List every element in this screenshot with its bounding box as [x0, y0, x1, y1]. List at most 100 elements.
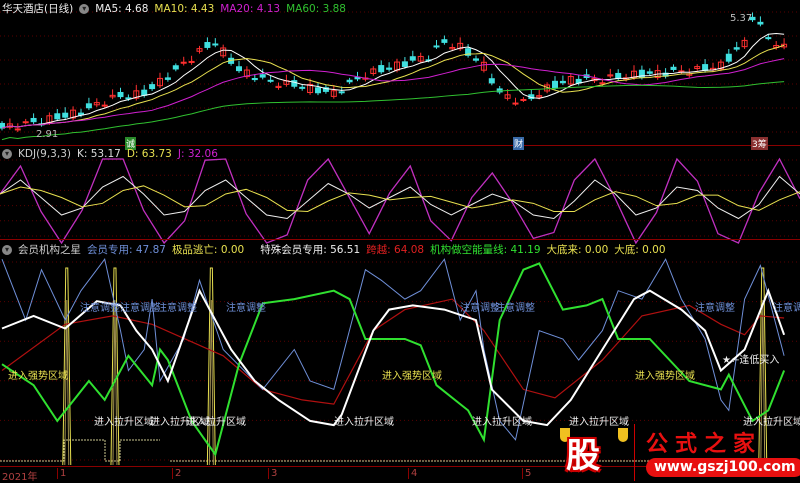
- candle: [409, 56, 416, 61]
- badge-cai[interactable]: 财: [513, 137, 525, 150]
- axis-month: 3: [268, 468, 277, 479]
- escape-value: 极品逃亡: 0.00: [171, 244, 245, 256]
- candle: [733, 47, 740, 50]
- candle: [172, 65, 179, 70]
- candle: [30, 117, 37, 123]
- rise-zone-label: 进入拉升区域: [94, 417, 154, 428]
- kdj-d: D: 63.73: [126, 148, 172, 160]
- bottom-coming-value: 大底来: 0.00: [546, 244, 609, 256]
- member-value: 会员专用: 47.87: [87, 244, 166, 256]
- escape-spike: [110, 267, 120, 466]
- candle: [299, 86, 306, 89]
- ma20-value: MA20: 4.13: [220, 2, 281, 15]
- stock-name: 华天酒店(日线): [2, 3, 74, 15]
- candle: [338, 91, 345, 94]
- strong-zone-label: 进入强势区域: [382, 371, 442, 382]
- candle: [267, 79, 274, 82]
- candle: [22, 121, 29, 124]
- adjust-label: 注意调整: [80, 303, 120, 314]
- candle: [725, 53, 732, 62]
- kdj-k: K: 53.17: [76, 148, 121, 160]
- candle: [615, 72, 622, 79]
- adjust-label: 注意调整: [773, 303, 800, 314]
- logo-divider: [634, 424, 635, 481]
- buy-low-label: ★←逢低买入: [722, 355, 780, 366]
- adjust-label: 注意调整: [695, 303, 735, 314]
- panel-divider: [0, 239, 800, 240]
- low-price-label: 2.91: [36, 129, 59, 140]
- axis-month: 5: [522, 468, 531, 479]
- candle: [488, 78, 495, 84]
- horn-icon: [618, 428, 628, 442]
- strong-zone-label: 进入强势区域: [635, 371, 695, 382]
- candle: [552, 80, 558, 89]
- high-price-label: 5.37: [730, 13, 753, 24]
- candle: [433, 45, 440, 48]
- ma5-value: MA5: 4.68: [95, 2, 149, 15]
- candle: [512, 102, 519, 105]
- candle: [386, 67, 393, 70]
- cross-line: [1, 298, 785, 405]
- candle: [101, 104, 108, 107]
- axis-month: 4: [408, 468, 417, 479]
- settings-icon[interactable]: ▾: [2, 244, 12, 255]
- kdj-k-line: [0, 175, 800, 220]
- candle: [62, 112, 69, 118]
- escape-spike: [206, 267, 216, 466]
- adjust-label: 注意调整: [157, 303, 197, 314]
- rise-zone-label: 进入拉升区域: [186, 417, 246, 428]
- kdj-j: J: 32.06: [177, 148, 218, 160]
- rise-zone-label: 进入拉升区域: [472, 417, 532, 428]
- panel-divider: [0, 145, 800, 146]
- escape-baseline: [0, 439, 160, 462]
- adjust-label: 注意调整: [226, 303, 266, 314]
- candle: [117, 91, 124, 98]
- bottom-value: 大底: 0.00: [614, 244, 666, 256]
- ma10-line: [1, 44, 785, 129]
- adjust-label: 注意调整: [120, 303, 160, 314]
- watermark-logo: 股 公式之家 www.gszj100.com: [556, 424, 800, 481]
- candle: [765, 37, 772, 40]
- rise-zone-label: 进入拉升区域: [334, 417, 394, 428]
- ma60-line: [1, 81, 785, 141]
- settings-icon[interactable]: ▾: [2, 149, 12, 159]
- adjust-label: 注意调整: [495, 303, 535, 314]
- kdj-title: KDJ(9,3,3): [18, 148, 71, 160]
- kdj-header: ▾ KDJ(9,3,3) K: 53.17 D: 63.73 J: 32.06: [2, 148, 218, 160]
- candle: [212, 43, 219, 46]
- candle: [149, 84, 156, 90]
- candle: [346, 79, 353, 83]
- chart-canvas[interactable]: [0, 0, 800, 466]
- candle: [236, 66, 242, 72]
- candle: [702, 64, 709, 71]
- candle: [378, 65, 385, 73]
- badge-chou[interactable]: 3筹: [751, 137, 768, 150]
- candle: [204, 42, 211, 48]
- price-panel-header: 华天酒店(日线) ▾ MA5: 4.68 MA10: 4.43 MA20: 4.…: [2, 1, 346, 16]
- candle: [54, 113, 61, 120]
- candle: [14, 128, 21, 131]
- candle: [259, 74, 266, 78]
- short-energy-value: 机构做空能量线: 41.19: [430, 244, 541, 256]
- adjust-label: 注意调整: [460, 303, 500, 314]
- candle: [473, 58, 479, 61]
- settings-icon[interactable]: ▾: [79, 3, 90, 14]
- kdj-j-line: [0, 157, 800, 245]
- candle: [164, 77, 171, 80]
- special-value: 特殊会员专用: 56.51: [260, 244, 361, 256]
- candle: [251, 78, 258, 81]
- logo-name: 公式之家: [646, 431, 763, 457]
- indicator-title: 会员机构之星: [18, 244, 81, 256]
- logo-url: www.gszj100.com: [646, 458, 800, 477]
- logo-char: 股: [566, 436, 600, 476]
- ma60-value: MA60: 3.88: [286, 2, 346, 15]
- strong-zone-label: 进入强势区域: [8, 371, 68, 382]
- candle: [85, 103, 92, 109]
- ma10-value: MA10: 4.43: [154, 2, 215, 15]
- candle: [401, 61, 408, 67]
- candle: [757, 21, 764, 25]
- candle: [441, 39, 448, 43]
- indicator-header: ▾ 会员机构之星 会员专用: 47.87 极品逃亡: 0.00 特殊会员专用: …: [2, 242, 666, 257]
- candle: [559, 80, 566, 84]
- kdj-d-line: [0, 185, 800, 213]
